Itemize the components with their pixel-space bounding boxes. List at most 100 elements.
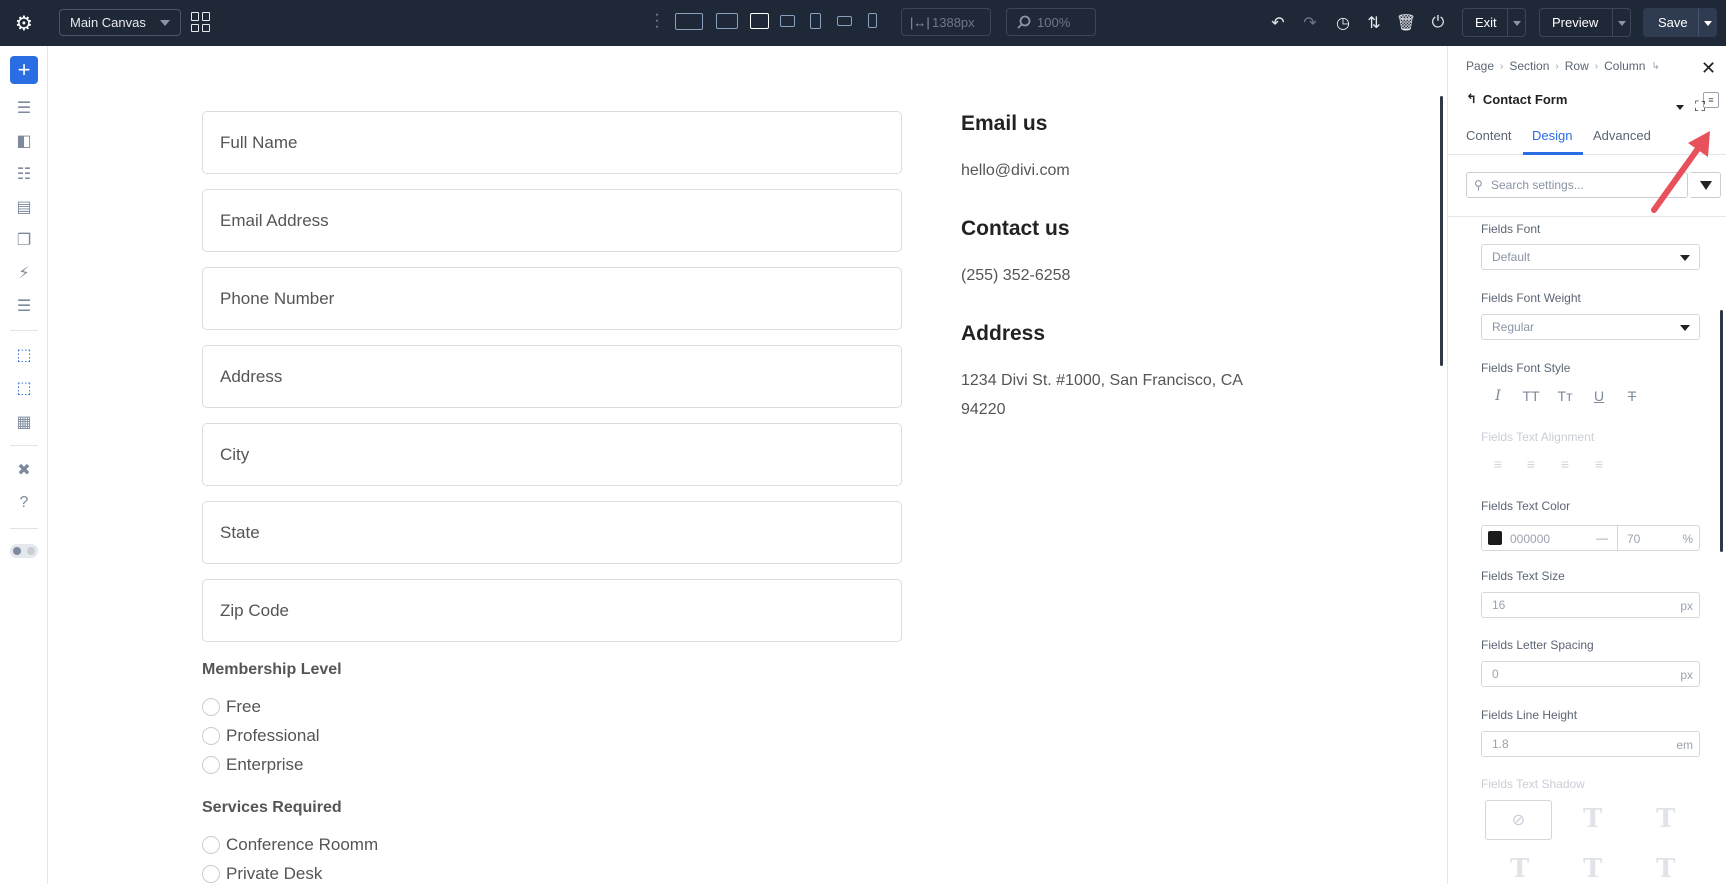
close-icon[interactable]: ✕ — [1701, 58, 1716, 79]
checkbox-circle[interactable] — [202, 865, 220, 883]
pages-icon[interactable]: ❐ — [12, 229, 36, 251]
mode-toggle[interactable] — [10, 544, 38, 558]
search-icon: ⚲ — [1474, 178, 1483, 192]
preview-button[interactable]: Preview — [1539, 8, 1631, 37]
radio-option-professional[interactable]: Professional — [202, 726, 320, 746]
multi-select-icon[interactable]: ⬚ — [12, 377, 36, 399]
panel-scrollbar[interactable] — [1720, 310, 1723, 552]
power-icon[interactable]: ⏻ — [1427, 12, 1449, 34]
fields-text-color-label: Fields Text Color — [1481, 499, 1571, 513]
undo-icon[interactable]: ↶ — [1267, 12, 1289, 34]
checkbox-circle[interactable] — [202, 836, 220, 854]
gear-icon[interactable]: ⚙ — [12, 11, 36, 35]
align-right-icon[interactable]: ≡ — [1555, 456, 1575, 472]
active-tab-indicator — [1523, 152, 1583, 155]
city-field[interactable]: City — [202, 423, 902, 486]
tab-design[interactable]: Design — [1532, 128, 1572, 143]
canvas-width-input[interactable]: |↔| 1388px — [901, 8, 991, 36]
align-justify-icon[interactable]: ≡ — [1589, 456, 1609, 472]
redo-icon[interactable]: ↷ — [1299, 12, 1321, 34]
radio-option-enterprise[interactable]: Enterprise — [202, 755, 303, 775]
list-icon[interactable]: ☰ — [12, 295, 36, 317]
responsive-view-icon[interactable]: ▦ — [12, 411, 36, 433]
desktop-wide-icon[interactable] — [675, 13, 703, 30]
save-dropdown-caret[interactable] — [1698, 9, 1716, 36]
annotation-arrow-icon — [1651, 131, 1710, 213]
canvas-scrollbar[interactable] — [1440, 96, 1443, 366]
capitalize-icon[interactable]: Tт — [1555, 388, 1575, 404]
shadow-preset-icon[interactable]: T — [1583, 854, 1602, 884]
preview-dropdown-caret[interactable] — [1612, 9, 1630, 36]
save-button[interactable]: Save — [1643, 8, 1717, 37]
zip-code-field[interactable]: Zip Code — [202, 579, 902, 642]
radio-circle[interactable] — [202, 756, 220, 774]
radio-circle[interactable] — [202, 698, 220, 716]
canvas-select[interactable]: Main Canvas — [59, 9, 181, 36]
shadow-preset-icon[interactable]: T — [1656, 804, 1675, 834]
address-field[interactable]: Address — [202, 345, 902, 408]
trash-icon[interactable]: 🗑 — [1395, 12, 1417, 34]
fields-text-size-input[interactable]: 16 px — [1481, 592, 1700, 618]
tablet-landscape-icon[interactable] — [780, 15, 795, 27]
fields-font-select[interactable]: Default — [1481, 244, 1700, 270]
help-icon[interactable]: ? — [12, 492, 36, 514]
full-name-field[interactable]: Full Name — [202, 111, 902, 174]
lightning-icon[interactable]: ⚡ — [12, 262, 36, 284]
phone-icon[interactable] — [868, 13, 877, 28]
width-arrows-icon: |↔| — [910, 15, 930, 30]
laptop-icon[interactable] — [750, 13, 769, 29]
layers-icon[interactable]: ☰ — [12, 97, 36, 119]
shadow-preset-icon[interactable]: T — [1510, 854, 1529, 884]
breadcrumb-page[interactable]: Page — [1466, 59, 1494, 73]
breadcrumb-section[interactable]: Section — [1509, 59, 1549, 73]
radio-circle[interactable] — [202, 727, 220, 745]
align-left-icon[interactable]: ≡ — [1488, 456, 1508, 472]
zoom-input[interactable]: 100% — [1006, 8, 1096, 36]
variables-icon[interactable]: ▤ — [12, 196, 36, 218]
desktop-icon[interactable] — [716, 13, 738, 29]
email-address-field[interactable]: Email Address — [202, 189, 902, 252]
select-tool-icon[interactable]: ⬚ — [12, 344, 36, 366]
shadow-preset-icon[interactable]: T — [1583, 804, 1602, 834]
color-swatch[interactable] — [1488, 531, 1502, 545]
state-field[interactable]: State — [202, 501, 902, 564]
more-vertical-icon[interactable]: · · · — [653, 7, 661, 35]
fields-letter-spacing-input[interactable]: 0 px — [1481, 661, 1700, 687]
tab-content[interactable]: Content — [1466, 128, 1512, 143]
grid-icon[interactable] — [191, 12, 211, 32]
theme-builder-icon[interactable]: ◧ — [12, 130, 36, 152]
radio-option-free[interactable]: Free — [202, 697, 261, 717]
module-title-label: Contact Form — [1482, 91, 1568, 107]
color-opacity-value[interactable]: 70 — [1627, 532, 1640, 546]
uppercase-icon[interactable]: TT — [1521, 388, 1541, 404]
fields-text-color-input[interactable]: 000000 — 70 % — [1481, 525, 1700, 551]
tools-icon[interactable]: ✖ — [12, 459, 36, 481]
field-placeholder: Address — [220, 366, 283, 386]
underline-icon[interactable]: U — [1589, 388, 1609, 404]
shadow-none-icon[interactable]: ⊘ — [1485, 800, 1552, 840]
database-icon[interactable]: ☷ — [12, 163, 36, 185]
tablet-icon[interactable] — [810, 13, 821, 29]
radio-label: Enterprise — [226, 755, 304, 774]
fields-font-weight-select[interactable]: Regular — [1481, 314, 1700, 340]
fields-line-height-input[interactable]: 1.8 em — [1481, 731, 1700, 757]
exit-dropdown-caret[interactable] — [1507, 9, 1525, 36]
add-module-button[interactable]: + — [10, 56, 38, 84]
contact-value: (255) 352-6258 — [961, 267, 1071, 284]
align-center-icon[interactable]: ≡ — [1521, 456, 1541, 472]
breadcrumb-row[interactable]: Row — [1565, 59, 1589, 73]
exit-button[interactable]: Exit — [1462, 8, 1526, 37]
checkbox-option-conference-room[interactable]: Conference Roomm — [202, 835, 378, 855]
sort-arrows-icon[interactable]: ⇅ — [1363, 12, 1385, 34]
tabs-more-caret-icon[interactable] — [1676, 105, 1684, 110]
history-clock-icon[interactable]: ◷ — [1332, 12, 1354, 34]
phone-number-field[interactable]: Phone Number — [202, 267, 902, 330]
expand-fullscreen-icon[interactable]: ⛶ — [1692, 98, 1708, 114]
strikethrough-icon[interactable]: T — [1622, 388, 1642, 404]
phone-landscape-icon[interactable] — [837, 16, 852, 26]
breadcrumb-column[interactable]: Column — [1604, 59, 1645, 73]
back-arrow-icon[interactable]: ↰ — [1466, 91, 1477, 107]
shadow-preset-icon[interactable]: T — [1656, 854, 1675, 884]
italic-icon[interactable]: I — [1488, 388, 1508, 404]
checkbox-option-private-desk[interactable]: Private Desk — [202, 864, 322, 884]
